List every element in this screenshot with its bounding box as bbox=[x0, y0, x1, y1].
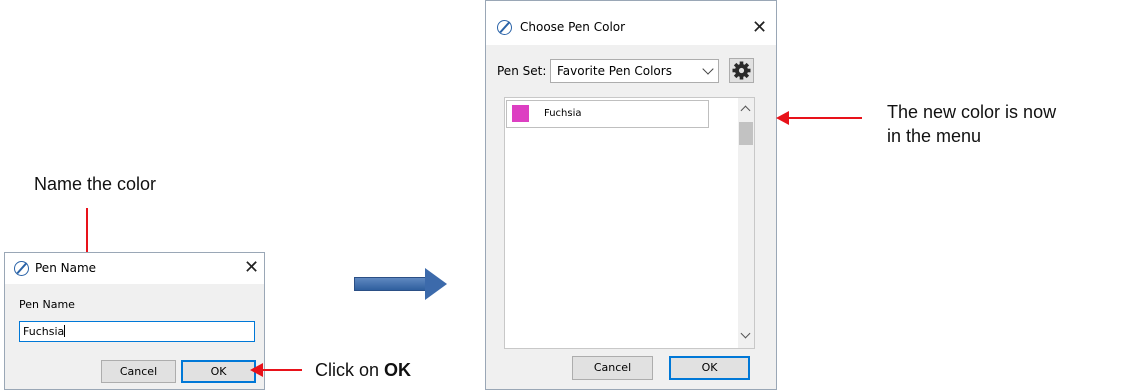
pen-set-selected-value: Favorite Pen Colors bbox=[557, 64, 672, 78]
scroll-up-icon[interactable] bbox=[740, 105, 751, 116]
pen-app-icon bbox=[14, 261, 29, 276]
list-item[interactable]: Fuchsia bbox=[506, 100, 709, 128]
scrollbar-thumb[interactable] bbox=[739, 122, 753, 145]
color-swatch bbox=[512, 105, 529, 122]
choose-pen-color-titlebar: Choose Pen Color ✕ bbox=[486, 1, 776, 45]
pen-name-input[interactable]: Fuchsia bbox=[19, 321, 255, 342]
click-ok-annotation: Click on OK bbox=[315, 358, 411, 382]
choose-pen-color-dialog: Choose Pen Color ✕ Pen Set: Favorite Pen… bbox=[485, 0, 777, 390]
pen-name-dialog: Pen Name ✕ Pen Name Fuchsia Cancel OK bbox=[4, 252, 265, 390]
choose-pen-color-title: Choose Pen Color bbox=[520, 20, 626, 34]
text-caret bbox=[64, 325, 66, 337]
cancel-button[interactable]: Cancel bbox=[572, 356, 653, 380]
blue-arrow-head bbox=[425, 268, 447, 300]
close-icon[interactable]: ✕ bbox=[244, 259, 259, 277]
ok-button[interactable]: OK bbox=[669, 356, 750, 380]
pen-set-select[interactable]: Favorite Pen Colors bbox=[550, 59, 719, 83]
pen-name-field-label: Pen Name bbox=[19, 298, 75, 311]
scroll-down-icon[interactable] bbox=[740, 328, 751, 339]
cancel-button[interactable]: Cancel bbox=[101, 360, 176, 383]
pen-set-label: Pen Set: bbox=[497, 64, 547, 78]
new-color-annotation: The new color is now in the menu bbox=[887, 100, 1056, 148]
pen-set-settings-button[interactable] bbox=[729, 58, 754, 83]
pen-name-input-value: Fuchsia bbox=[23, 325, 65, 338]
new-color-annotation-line1: The new color is now bbox=[887, 102, 1057, 122]
pen-name-dialog-title: Pen Name bbox=[35, 261, 97, 275]
gear-icon bbox=[732, 61, 751, 80]
pen-app-icon bbox=[497, 20, 512, 35]
pen-name-text: Fuchsia bbox=[544, 108, 582, 119]
name-the-color-annotation: Name the color bbox=[34, 174, 157, 194]
click-on-ok-bold: OK bbox=[384, 360, 412, 380]
red-arrow-left-shaft bbox=[262, 369, 302, 371]
close-icon[interactable]: ✕ bbox=[752, 19, 767, 37]
list-scrollbar[interactable] bbox=[738, 98, 754, 348]
red-arrow-left-shaft bbox=[788, 117, 862, 119]
new-color-annotation-line2: in the menu bbox=[887, 126, 982, 146]
pen-name-titlebar: Pen Name ✕ bbox=[5, 253, 264, 284]
click-on-text: Click on bbox=[315, 360, 385, 380]
blue-arrow-shaft bbox=[354, 277, 426, 291]
ok-button[interactable]: OK bbox=[181, 360, 256, 383]
chevron-down-icon bbox=[702, 63, 714, 75]
pen-list: Fuchsia bbox=[504, 97, 755, 349]
